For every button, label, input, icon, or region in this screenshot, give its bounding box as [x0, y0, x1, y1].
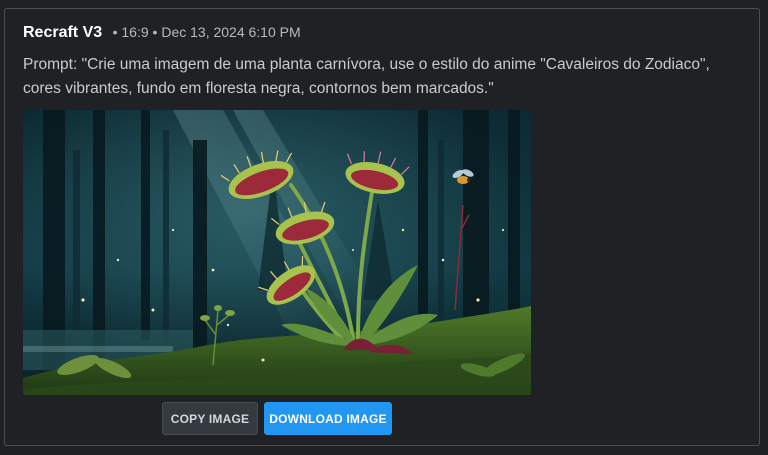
generated-image[interactable] [23, 110, 531, 395]
generation-card: Recraft V3 • 16:9 • Dec 13, 2024 6:10 PM… [4, 8, 760, 446]
generation-meta: • 16:9 • Dec 13, 2024 6:10 PM [112, 24, 301, 40]
download-image-button[interactable]: DOWNLOAD IMAGE [264, 402, 392, 435]
copy-image-button[interactable]: COPY IMAGE [162, 402, 258, 435]
model-name: Recraft V3 [23, 24, 103, 41]
card-header: Recraft V3 • 16:9 • Dec 13, 2024 6:10 PM [23, 24, 301, 42]
generated-image-artwork [23, 110, 531, 395]
prompt-text: Prompt: "Crie uma imagem de uma planta c… [23, 56, 710, 97]
